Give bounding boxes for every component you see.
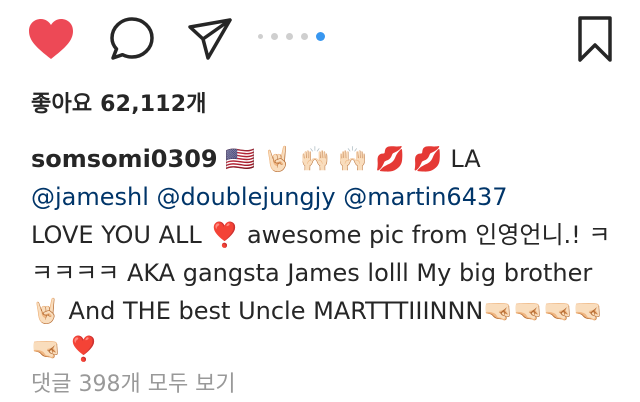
carousel-dot xyxy=(258,34,263,39)
mention-link[interactable]: @doublejungjy xyxy=(157,183,336,211)
like-button[interactable] xyxy=(26,14,76,64)
paper-plane-icon xyxy=(188,18,232,60)
caption-text: And THE best Uncle MARTTTIIINNN xyxy=(68,297,484,325)
action-bar xyxy=(0,0,640,80)
mention-link[interactable]: @jameshl xyxy=(31,183,149,211)
heart-icon xyxy=(29,19,73,59)
carousel-dot xyxy=(286,33,293,40)
comment-button[interactable] xyxy=(107,14,157,64)
like-count[interactable]: 좋아요 62,112개 xyxy=(31,86,207,118)
caption-username[interactable]: somsomi0309 xyxy=(31,145,218,173)
save-button[interactable] xyxy=(570,14,620,64)
bookmark-icon xyxy=(578,16,612,62)
caption-text: LOVE YOU ALL xyxy=(31,221,202,249)
caption-emojis: 🇺🇸 🤘🏻 🙌🏻 🙌🏻 💋 💋 xyxy=(225,145,443,173)
carousel-dot-active xyxy=(316,32,325,41)
carousel-dot xyxy=(301,33,308,40)
mention-link[interactable]: @martin6437 xyxy=(343,183,507,211)
carousel-indicator xyxy=(258,32,325,41)
heart-exclamation-emoji: ❣️ xyxy=(68,335,99,363)
rock-hand-emoji: 🤘🏻 xyxy=(31,297,61,325)
caption-text: LA xyxy=(450,145,481,173)
carousel-dot xyxy=(271,33,278,40)
post-caption: somsomi0309 🇺🇸 🤘🏻 🙌🏻 🙌🏻 💋 💋 LA @jameshl … xyxy=(31,140,621,368)
heart-exclamation-emoji: ❣️ xyxy=(209,221,240,249)
comment-icon xyxy=(110,17,154,60)
view-all-comments-link[interactable]: 댓글 398개 모두 보기 xyxy=(31,366,236,398)
share-button[interactable] xyxy=(185,14,235,64)
